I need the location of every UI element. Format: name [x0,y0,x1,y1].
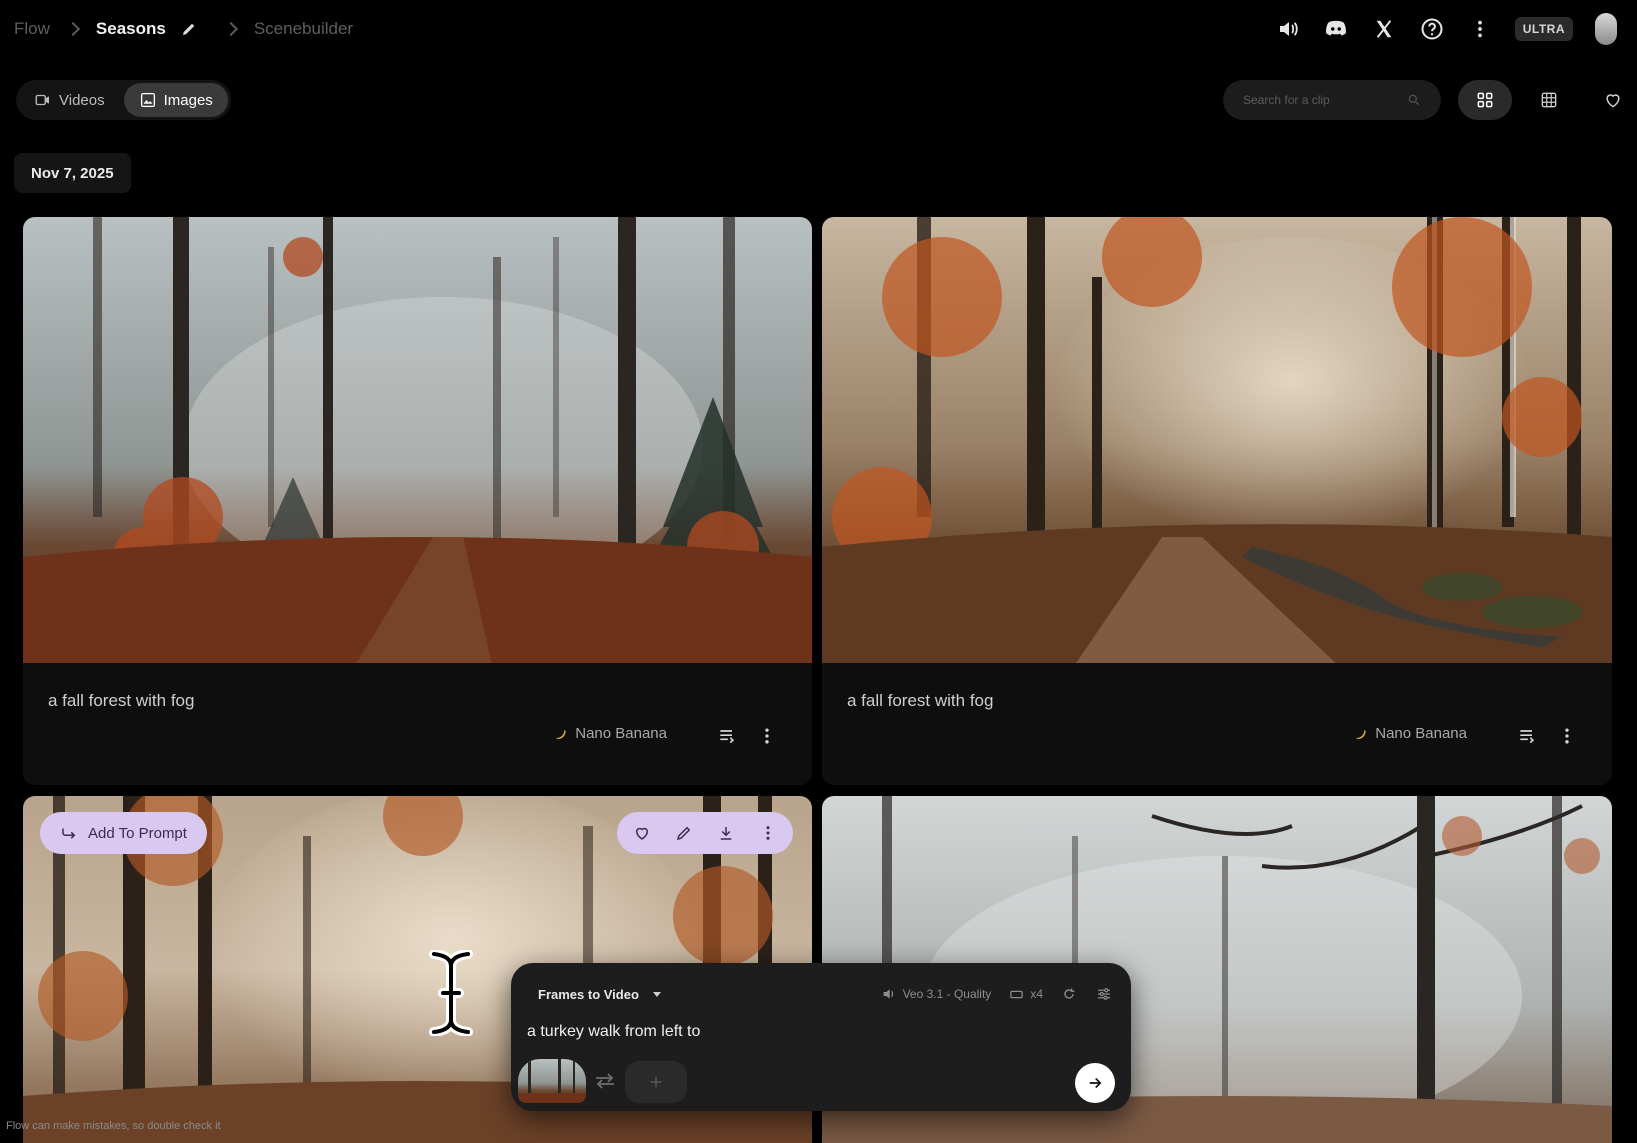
grid-large-icon [1477,92,1493,108]
start-frame-thumbnail[interactable] [518,1059,586,1103]
avatar[interactable] [1595,13,1617,45]
reuse-prompt-button[interactable] [1510,719,1544,753]
help-icon[interactable] [1419,16,1445,42]
prompt-input[interactable] [527,1017,1112,1047]
more-vert-button[interactable] [1550,719,1584,753]
grid-small-icon [1541,92,1557,108]
generated-image[interactable] [822,217,1612,669]
media-type-tabs: Videos Images [16,80,231,120]
video-camera-icon [35,94,49,106]
heart-icon [635,827,649,840]
view-toggles [1458,80,1637,120]
top-actions: ULTRA [1275,0,1617,58]
chevron-right-icon [223,21,238,37]
plus-icon [650,1076,662,1088]
volume-icon[interactable] [1275,16,1301,42]
tab-images-label: Images [163,91,213,109]
search-bar [1223,80,1441,120]
refresh-icon [1064,988,1075,999]
text-cursor-icon [428,949,474,1037]
more-vert-button[interactable] [750,719,784,753]
model-selector[interactable]: Veo 3.1 - Quality [881,986,992,1002]
refresh-button[interactable] [1061,986,1077,1002]
model-name: Nano Banana [1375,725,1467,742]
sliders-icon [1098,988,1110,1000]
arrow-right-icon [1089,1077,1102,1089]
favorites-view-button[interactable] [1586,80,1637,120]
mode-label: Frames to Video [538,986,639,1002]
add-end-frame-button[interactable] [625,1061,687,1103]
model-label: Veo 3.1 - Quality [902,987,992,1001]
grid-small-view-button[interactable] [1522,80,1576,120]
image-card[interactable]: a fall forest with fog Nano Banana [23,217,812,785]
caret-down-icon [652,991,661,997]
add-to-prompt-label: Add To Prompt [88,824,187,842]
model-name: Nano Banana [575,725,667,742]
download-icon [720,827,732,840]
top-bar: Flow Seasons Scenebuilder ULTRA [0,0,1637,58]
image-prompt-text: a fall forest with fog [847,691,994,710]
more-vert-icon [765,728,769,744]
tab-videos-label: Videos [59,91,105,109]
more-vert-icon[interactable] [1467,16,1493,42]
reuse-prompt-button[interactable] [710,719,744,753]
edit-button[interactable] [669,818,699,848]
reuse-prompt-icon [1520,730,1535,744]
plan-badge: ULTRA [1514,17,1573,41]
output-count: x4 [1030,987,1043,1001]
discord-icon[interactable] [1323,16,1349,42]
banana-icon [556,729,566,739]
aspect-ratio-icon [1010,990,1024,998]
swap-arrows-icon [596,1073,614,1089]
disclaimer-text: Flow can make mistakes, so double check … [6,1120,221,1132]
prompt-composer: Frames to Video Veo 3.1 - Quality x4 [511,963,1131,1111]
swap-frames-button[interactable] [593,1071,617,1091]
more-vert-icon [1565,728,1569,744]
breadcrumb-project[interactable]: Seasons [96,19,166,39]
settings-sliders-button[interactable] [1095,985,1113,1003]
composer-settings: Veo 3.1 - Quality x4 [881,977,1113,1011]
pencil-icon [676,826,691,841]
add-to-prompt-button[interactable]: Add To Prompt [40,812,207,854]
send-button[interactable] [1075,1063,1115,1103]
favorite-button[interactable] [627,818,657,848]
add-to-prompt-icon [62,828,76,839]
more-vert-button[interactable] [753,818,783,848]
model-tag: Nano Banana [553,725,667,742]
more-vert-icon [766,826,770,840]
volume-icon [883,989,893,999]
card-meta: a fall forest with fog Nano Banana [822,663,1612,785]
image-icon [140,92,155,108]
x-logo-icon[interactable] [1371,16,1397,42]
edit-pencil-icon[interactable] [180,20,198,38]
mode-selector[interactable]: Frames to Video [526,977,673,1011]
search-icon[interactable] [1407,93,1421,107]
output-count-selector[interactable]: x4 [1009,987,1043,1002]
chevron-right-icon [65,21,80,37]
breadcrumb-page[interactable]: Scenebuilder [254,19,353,39]
generated-image[interactable] [23,217,812,669]
tab-images[interactable]: Images [123,83,228,117]
banana-icon [1356,729,1366,739]
date-group-label: Nov 7, 2025 [14,153,131,193]
breadcrumb: Flow Seasons Scenebuilder [14,0,353,58]
breadcrumb-root[interactable]: Flow [14,19,50,39]
image-hover-actions [617,812,793,854]
model-tag: Nano Banana [1353,725,1467,742]
tab-videos[interactable]: Videos [19,83,120,117]
reuse-prompt-icon [720,730,735,744]
download-button[interactable] [711,818,741,848]
search-input[interactable] [1243,93,1407,107]
card-meta: a fall forest with fog Nano Banana [23,663,812,785]
heart-icon [1606,94,1620,108]
image-prompt-text: a fall forest with fog [48,691,195,710]
image-card[interactable]: a fall forest with fog Nano Banana [822,217,1612,785]
grid-large-view-button[interactable] [1458,80,1512,120]
